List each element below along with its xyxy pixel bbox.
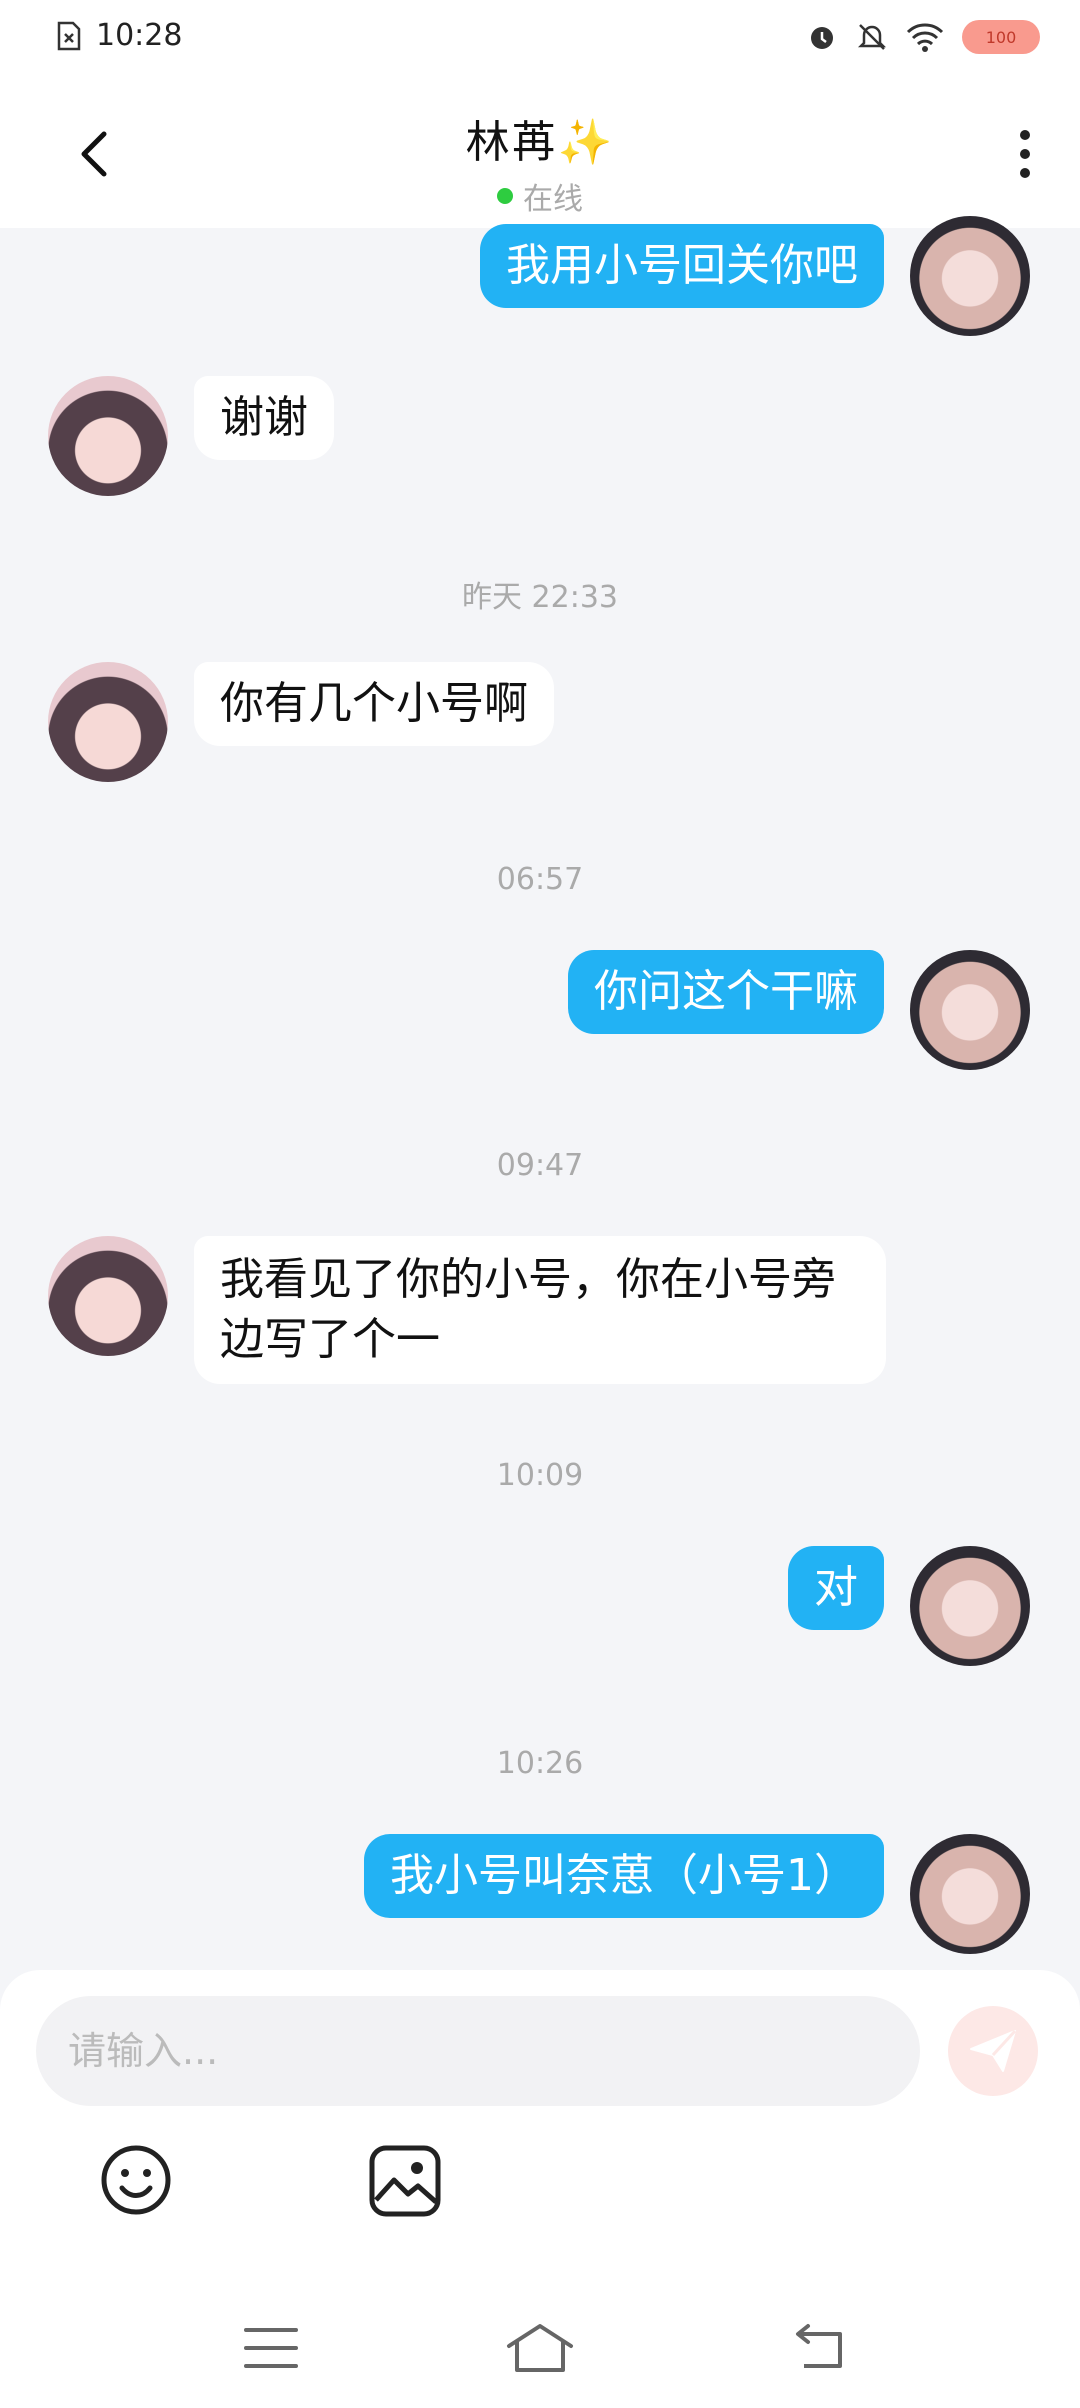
status-right: 100 (806, 20, 1040, 54)
message-bubble[interactable]: 对 (788, 1546, 884, 1630)
image-icon (369, 2145, 441, 2217)
avatar-contact[interactable] (48, 1236, 168, 1356)
message-bubble[interactable]: 你问这个干嘛 (568, 950, 884, 1034)
message-row-other: 谢谢 (48, 376, 334, 496)
message-bubble[interactable]: 谢谢 (194, 376, 334, 460)
time-label: 10:26 (496, 1746, 584, 1781)
wifi-icon (906, 23, 944, 52)
time-label: 昨天 22:33 (462, 580, 618, 615)
message-row-other: 我看见了你的小号，你在小号旁边写了个一 (48, 1236, 886, 1384)
home-nav-button[interactable] (505, 2320, 575, 2376)
avatar-me[interactable] (910, 216, 1030, 336)
online-dot (497, 188, 513, 204)
time-label: 09:47 (496, 1148, 584, 1183)
message-row-me: 我用小号回关你吧 (480, 216, 1030, 336)
message-input[interactable] (36, 1996, 920, 2106)
message-row-me: 对 (788, 1546, 1030, 1666)
contact-name: 林苒✨ (465, 117, 615, 168)
chat-header: 林苒✨ 在线 (0, 80, 1080, 228)
back-nav-icon (796, 2324, 842, 2368)
send-icon (970, 2029, 1017, 2072)
sim-card-icon (57, 21, 81, 50)
alarm-icon (811, 27, 833, 49)
more-vertical-icon (1020, 130, 1030, 140)
status-bar: 10:28 100 (0, 0, 1080, 80)
message-bubble[interactable]: 我小号叫奈葸（小号1） (364, 1834, 884, 1918)
home-icon (507, 2324, 573, 2372)
menu-icon (244, 2328, 298, 2368)
avatar-me[interactable] (910, 1546, 1030, 1666)
send-button[interactable] (948, 2006, 1038, 2096)
online-text: 在线 (523, 182, 583, 217)
emoji-button[interactable] (96, 2140, 176, 2220)
menu-nav-button[interactable] (236, 2320, 306, 2376)
battery-indicator: 100 (962, 20, 1040, 54)
avatar-me[interactable] (910, 1834, 1030, 1954)
avatar-contact[interactable] (48, 376, 168, 496)
message-bubble[interactable]: 我用小号回关你吧 (480, 224, 884, 308)
time-label: 10:09 (496, 1458, 584, 1493)
online-status: 在线 (0, 174, 1080, 218)
image-button[interactable] (366, 2142, 444, 2220)
time-label: 06:57 (496, 862, 584, 897)
message-bubble[interactable]: 我看见了你的小号，你在小号旁边写了个一 (194, 1236, 886, 1384)
more-options-button[interactable] (1000, 124, 1050, 184)
mute-bell-icon (857, 24, 887, 50)
message-bubble[interactable]: 你有几个小号啊 (194, 662, 554, 746)
message-row-other: 你有几个小号啊 (48, 662, 554, 782)
status-time: 10:28 (96, 18, 183, 53)
avatar-contact[interactable] (48, 662, 168, 782)
system-nav-bar (0, 2280, 1080, 2408)
back-nav-button[interactable] (786, 2320, 856, 2376)
message-row-me: 你问这个干嘛 (568, 950, 1030, 1070)
chat-title-area: 林苒✨ 在线 (0, 106, 1080, 218)
emoji-icon (101, 2145, 171, 2215)
message-row-me: 我小号叫奈葸（小号1） (364, 1834, 1030, 1954)
status-left: 10:28 (56, 18, 182, 53)
avatar-me[interactable] (910, 950, 1030, 1070)
